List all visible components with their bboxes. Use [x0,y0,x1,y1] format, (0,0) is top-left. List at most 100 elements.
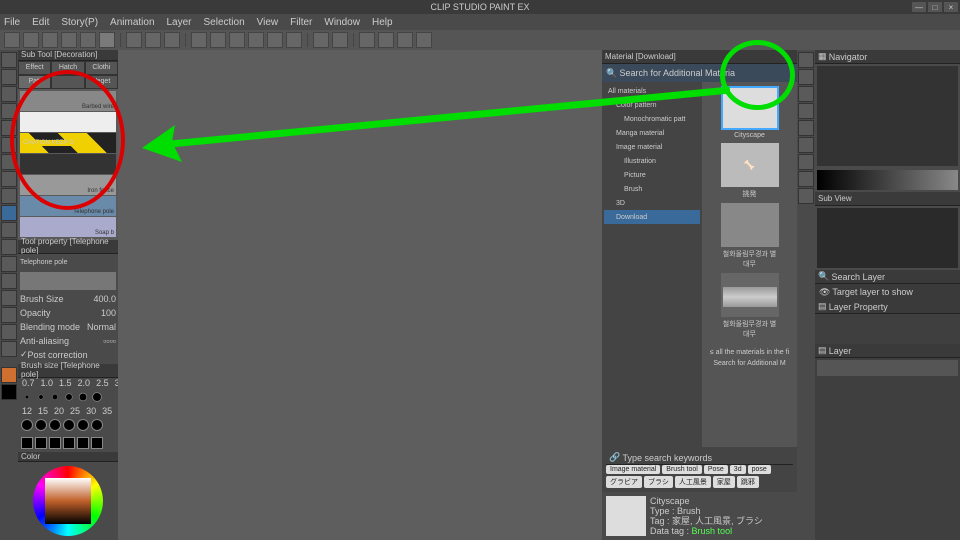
mat-icon[interactable] [798,86,814,102]
size-swatch[interactable] [63,437,75,449]
decoration-tool-icon[interactable] [1,205,17,221]
toolbar-icon[interactable] [332,32,348,48]
tool-icon[interactable] [1,341,17,357]
tree-download[interactable]: Download [604,210,700,224]
size-swatch[interactable] [49,437,61,449]
canvas-area[interactable] [118,50,602,540]
brush-telephone-pole[interactable]: Telephone pole [20,196,116,216]
tab-hatch[interactable]: Hatch [51,61,84,75]
toolbar-icon[interactable] [23,32,39,48]
color-wheel[interactable] [33,466,103,536]
post-check[interactable]: ✓ [20,349,28,360]
menu-selection[interactable]: Selection [204,17,245,28]
material-search[interactable]: 🔍 Search for Additional Materia [602,64,797,82]
tree-3d[interactable]: 3D [604,196,700,210]
mat-icon[interactable] [798,52,814,68]
brush-tire[interactable] [20,154,116,174]
tool-icon[interactable] [1,222,17,238]
toolbar-icon[interactable] [99,32,115,48]
mat-icon[interactable] [798,69,814,85]
size-swatch[interactable] [77,419,89,431]
target-layer[interactable]: 👁 Target layer to show [815,284,960,300]
size-swatch[interactable] [91,419,103,431]
toolbar-icon[interactable] [229,32,245,48]
size-swatch[interactable] [49,419,61,431]
tool-icon[interactable] [1,273,17,289]
size-swatch[interactable] [35,419,47,431]
toolbar-icon[interactable] [61,32,77,48]
tool-icon[interactable] [1,171,17,187]
thumb-hair[interactable]: 철화올림무경과 별대무 [721,203,779,269]
mat-icon[interactable] [798,120,814,136]
close-icon[interactable]: × [944,2,958,12]
tree-image[interactable]: Image material [604,140,700,154]
menu-story[interactable]: Story(P) [61,17,98,28]
tree-picture[interactable]: Picture [604,168,700,182]
toolbar-icon[interactable] [126,32,142,48]
toolbar-icon[interactable] [248,32,264,48]
tool-icon[interactable] [1,188,17,204]
tree-mono[interactable]: Monochromatic patt [604,112,700,126]
toolbar-icon[interactable] [210,32,226,48]
menu-view[interactable]: View [257,17,279,28]
mat-icon[interactable] [798,171,814,187]
toolbar-icon[interactable] [4,32,20,48]
keyword-tag[interactable]: pose [748,465,771,474]
size-swatch[interactable] [35,437,47,449]
tool-icon[interactable] [1,239,17,255]
thumb-pose[interactable]: 🦴 挑発 [721,143,779,199]
keyword-tag[interactable]: Pose [704,465,728,474]
keyword-tag[interactable]: グラビア [606,476,642,488]
foreground-color-icon[interactable] [1,367,17,383]
tab-effect[interactable]: Effect [18,61,51,75]
tree-manga[interactable]: Manga material [604,126,700,140]
toolbar-icon[interactable] [42,32,58,48]
size-swatch[interactable] [63,419,75,431]
tool-icon[interactable] [1,154,17,170]
tool-icon[interactable] [1,137,17,153]
size-swatch[interactable] [21,419,33,431]
brush-iron-fence[interactable]: Iron fence [20,175,116,195]
size-swatch[interactable] [92,392,102,402]
brush-size-value[interactable]: 400.0 [86,294,116,304]
menu-animation[interactable]: Animation [110,17,154,28]
toolbar-icon[interactable] [359,32,375,48]
tree-brush[interactable]: Brush [604,182,700,196]
thumb-ring[interactable]: 철화올림무경과 별대무 [721,273,779,339]
keyword-tag[interactable]: 家屋 [713,476,735,488]
mat-icon[interactable] [798,188,814,204]
menu-file[interactable]: File [4,17,20,28]
mat-icon[interactable] [798,154,814,170]
keyword-tag[interactable]: 人工風景 [675,476,711,488]
toolbar-icon[interactable] [267,32,283,48]
size-swatch[interactable] [39,394,44,399]
menu-help[interactable]: Help [372,17,393,28]
size-swatch[interactable] [52,394,58,400]
keyword-tag[interactable]: Brush tool [662,465,702,474]
tool-icon[interactable] [1,324,17,340]
toolbar-icon[interactable] [164,32,180,48]
size-swatch[interactable] [91,437,103,449]
size-swatch[interactable] [77,437,89,449]
brush-barbed-wire[interactable]: Barbed wire [20,91,116,111]
tool-icon[interactable] [1,290,17,306]
toolbar-icon[interactable] [286,32,302,48]
keyword-tag[interactable]: Image material [606,465,660,474]
aa-buttons[interactable]: ▫▫▫▫ [103,336,116,346]
toolbar-icon[interactable] [191,32,207,48]
layer-list[interactable] [815,358,960,540]
tool-icon[interactable] [1,307,17,323]
keyword-tag[interactable]: 3d [730,465,746,474]
layer-row[interactable] [817,360,958,376]
tab-clothing[interactable]: Clothi [85,61,118,75]
subview-area[interactable] [817,208,958,268]
mat-icon[interactable] [798,137,814,153]
toolbar-icon[interactable] [397,32,413,48]
tool-icon[interactable] [1,256,17,272]
size-swatch[interactable] [79,392,87,400]
tree-color[interactable]: Color pattern [604,98,700,112]
mat-icon[interactable] [798,103,814,119]
brush-cityscape[interactable] [20,112,116,132]
tab-vegetation[interactable]: Veget [85,75,118,89]
thumb-cityscape[interactable]: Cityscape [721,86,779,139]
